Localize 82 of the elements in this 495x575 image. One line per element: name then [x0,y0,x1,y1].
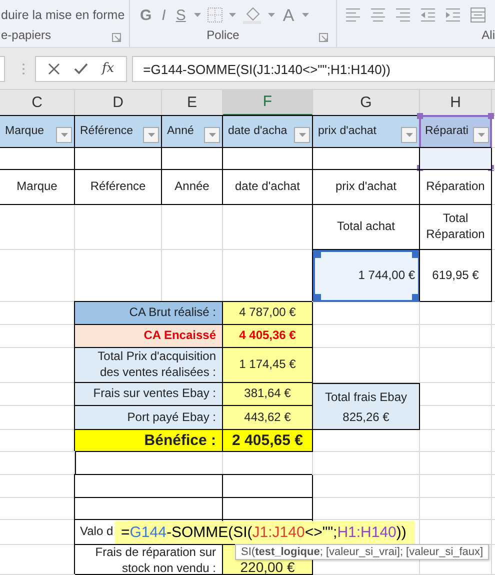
filter-button[interactable] [401,127,417,143]
filter-button[interactable] [294,127,310,143]
table-cell: Réparation [420,170,492,205]
column-title: Marque [5,124,44,139]
summary-value: 1 174,45 € [223,348,313,383]
filter-button[interactable] [204,127,220,143]
table-cell: Total frais Ebay [313,383,420,406]
summary-label: Total Prix d'acquisition des ventes réalisées : [75,348,223,383]
summary-label: Frais de réparation sur stock non vendu : [75,545,223,575]
column-title: Référence [80,124,134,139]
merge-cells-icon[interactable] [470,7,486,23]
table-cell: Marque [0,170,75,205]
empty-cell [420,325,492,348]
summary-label: Bénéfice : [75,430,223,452]
caret-icon [268,13,275,17]
column-title: Anné [167,124,194,139]
empty-cell [420,302,492,325]
border-icon[interactable] [206,7,223,23]
summary-label: CA Brut réalisé : [75,302,223,325]
caret-icon [298,133,306,137]
group-label: e-papiers [1,27,52,44]
filter-button[interactable] [473,127,489,143]
summary-value: 2 405,65 € [223,430,313,452]
summary-value: 443,62 € [223,406,313,430]
group-label: Ali [482,27,495,44]
summary-value: 4 405,36 € [223,325,313,348]
caret-icon [406,133,412,137]
empty-cell [420,348,492,383]
check-icon[interactable] [74,62,88,74]
cell-text: Valo d [80,524,114,540]
table-cell: date d'achat [223,170,313,205]
name-box[interactable] [0,56,5,82]
table-cell: Année [162,170,223,205]
summary-label: Frais sur ventes Ebay : [75,383,223,406]
column-header[interactable]: H [420,90,492,116]
column-title: date d'acha [228,124,288,139]
align-left-icon[interactable] [345,7,361,23]
column-title: Réparati [425,124,468,139]
summary-label: Port payé Ebay : [75,406,223,430]
filter-button[interactable] [56,127,72,143]
align-right-icon[interactable] [395,7,411,23]
cancel-icon[interactable] [48,62,60,74]
empty-cell [420,430,492,452]
column-title: prix d'achat [318,124,376,139]
align-center-icon[interactable] [370,7,386,23]
caret-icon [148,133,154,137]
caret-icon [60,133,68,137]
summary-label: CA Encaissé [75,325,223,348]
formula-input[interactable]: =G144-SOMME(SI(J1:J140<>"";H1:H140)) [132,56,495,82]
grip-icon [22,62,25,74]
empty-cell [162,205,223,250]
column-header[interactable]: D [75,90,162,116]
empty-cell [420,475,492,498]
cell-editor[interactable]: =G144-SOMME(SI(J1:J140<>"";H1:H140)) [115,521,415,544]
column-header[interactable]: C [0,90,75,116]
increase-indent-icon[interactable] [445,7,461,23]
caret-icon [478,133,484,137]
table-cell: 825,26 € [313,406,420,430]
empty-cell [420,452,492,475]
table-cell: 1 744,00 € [313,250,420,302]
summary-value: 4 787,00 € [223,302,313,325]
caret-icon [228,13,236,17]
insert-function-button[interactable]: fx [102,58,114,78]
caret-icon [208,133,216,137]
column-header[interactable]: F [223,90,313,116]
caret-icon [302,13,310,17]
dialog-launcher-icon[interactable] [112,33,121,42]
decrease-indent-icon[interactable] [420,7,436,23]
function-tooltip: SI(test_logique; [valeur_si_vrai]; [valeur_si_faux] [235,544,490,560]
format-painter-label[interactable]: duire la mise en forme [1,6,125,24]
caret-icon [194,13,201,17]
fill-color-icon[interactable] [242,6,262,24]
column-header[interactable]: E [162,90,223,116]
dialog-launcher-icon[interactable] [319,33,328,42]
summary-value: 381,64 € [223,383,313,406]
filter-button[interactable] [143,127,159,143]
column-header[interactable]: G [313,90,420,116]
table-cell: Référence [75,170,162,205]
table-cell: prix d'achat [313,170,420,205]
group-label: Police [206,27,240,44]
table-cell: 619,95 € [420,250,492,302]
table-cell: Total Réparation [420,205,492,250]
